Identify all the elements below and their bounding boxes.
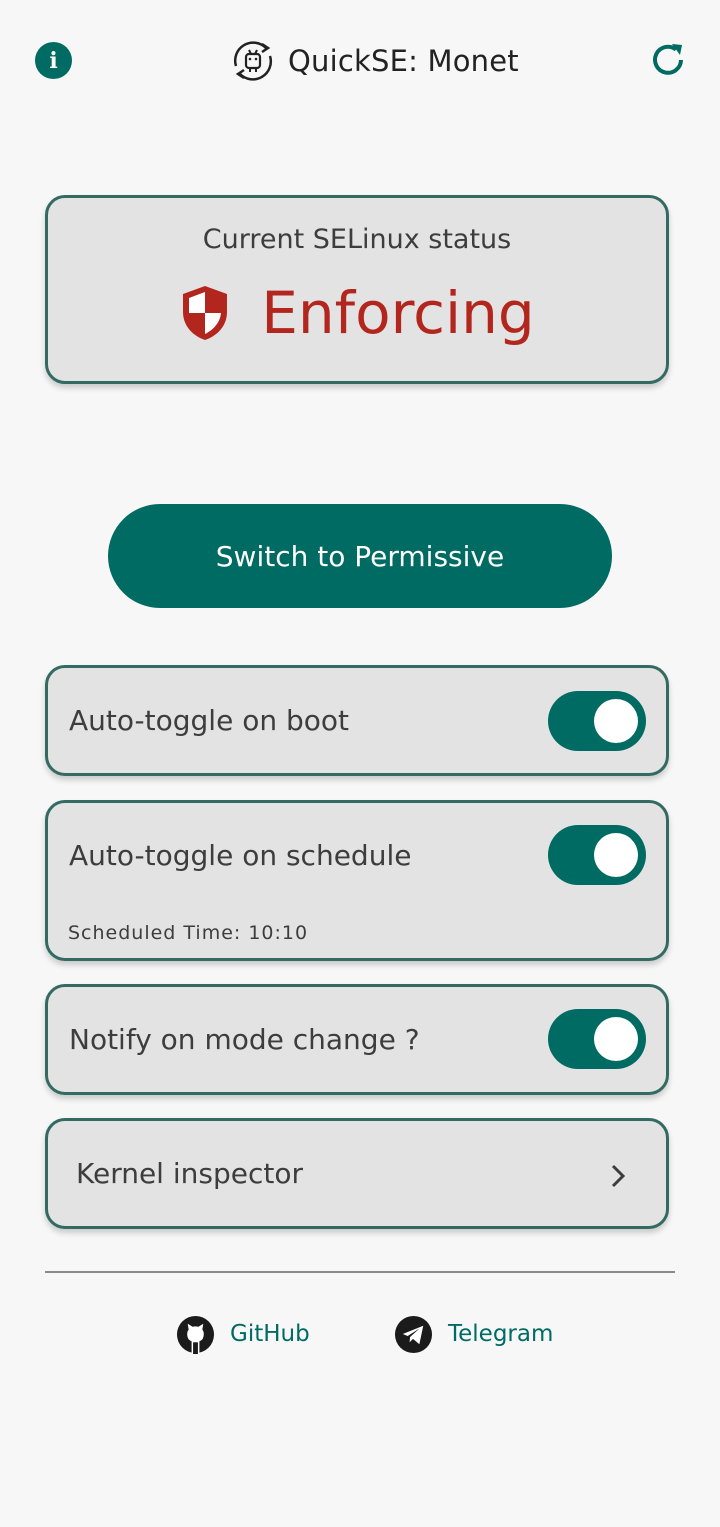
telegram-label: Telegram [448, 1321, 554, 1347]
chevron-right-icon [611, 1164, 626, 1188]
app-title: QuickSE: Monet [288, 44, 519, 78]
status-label: Current SELinux status [202, 224, 512, 255]
boot-toggle-switch[interactable] [548, 691, 646, 751]
refresh-icon[interactable] [648, 40, 688, 80]
github-label: GitHub [230, 1321, 310, 1347]
toggle-knob [594, 1017, 638, 1061]
kernel-inspector-label: Kernel inspector [76, 1157, 303, 1190]
status-value: Enforcing [261, 279, 535, 347]
notify-toggle-switch[interactable] [548, 1009, 646, 1069]
info-icon[interactable]: i [35, 42, 72, 79]
telegram-icon [394, 1315, 433, 1353]
toggle-knob [594, 699, 638, 743]
switch-mode-button[interactable]: Switch to Permissive [108, 504, 612, 608]
setting-auto-toggle-boot[interactable]: Auto-toggle on boot [45, 665, 669, 776]
scheduled-time-text[interactable]: Scheduled Time: 10:10 [68, 922, 308, 944]
shield-icon [183, 286, 228, 340]
setting-label: Notify on mode change ? [69, 1023, 420, 1056]
app-title-group: QuickSE: Monet [228, 36, 519, 86]
github-icon [176, 1315, 215, 1354]
android-sync-icon [233, 41, 273, 81]
top-app-bar: i QuickSE: Monet [0, 0, 720, 120]
toggle-knob [594, 833, 638, 877]
setting-notify-mode-change[interactable]: Notify on mode change ? [45, 984, 669, 1095]
setting-label: Auto-toggle on boot [69, 704, 349, 737]
divider [45, 1271, 675, 1273]
setting-auto-toggle-schedule[interactable]: Auto-toggle on schedule Scheduled Time: … [45, 800, 669, 961]
setting-label: Auto-toggle on schedule [69, 839, 412, 872]
status-row: Enforcing [48, 284, 666, 342]
schedule-toggle-switch[interactable] [548, 825, 646, 885]
selinux-status-card: Current SELinux status Enforcing [45, 195, 669, 384]
telegram-link[interactable]: Telegram [394, 1314, 553, 1354]
kernel-inspector-item[interactable]: Kernel inspector [45, 1118, 669, 1229]
github-link[interactable]: GitHub [176, 1314, 310, 1354]
